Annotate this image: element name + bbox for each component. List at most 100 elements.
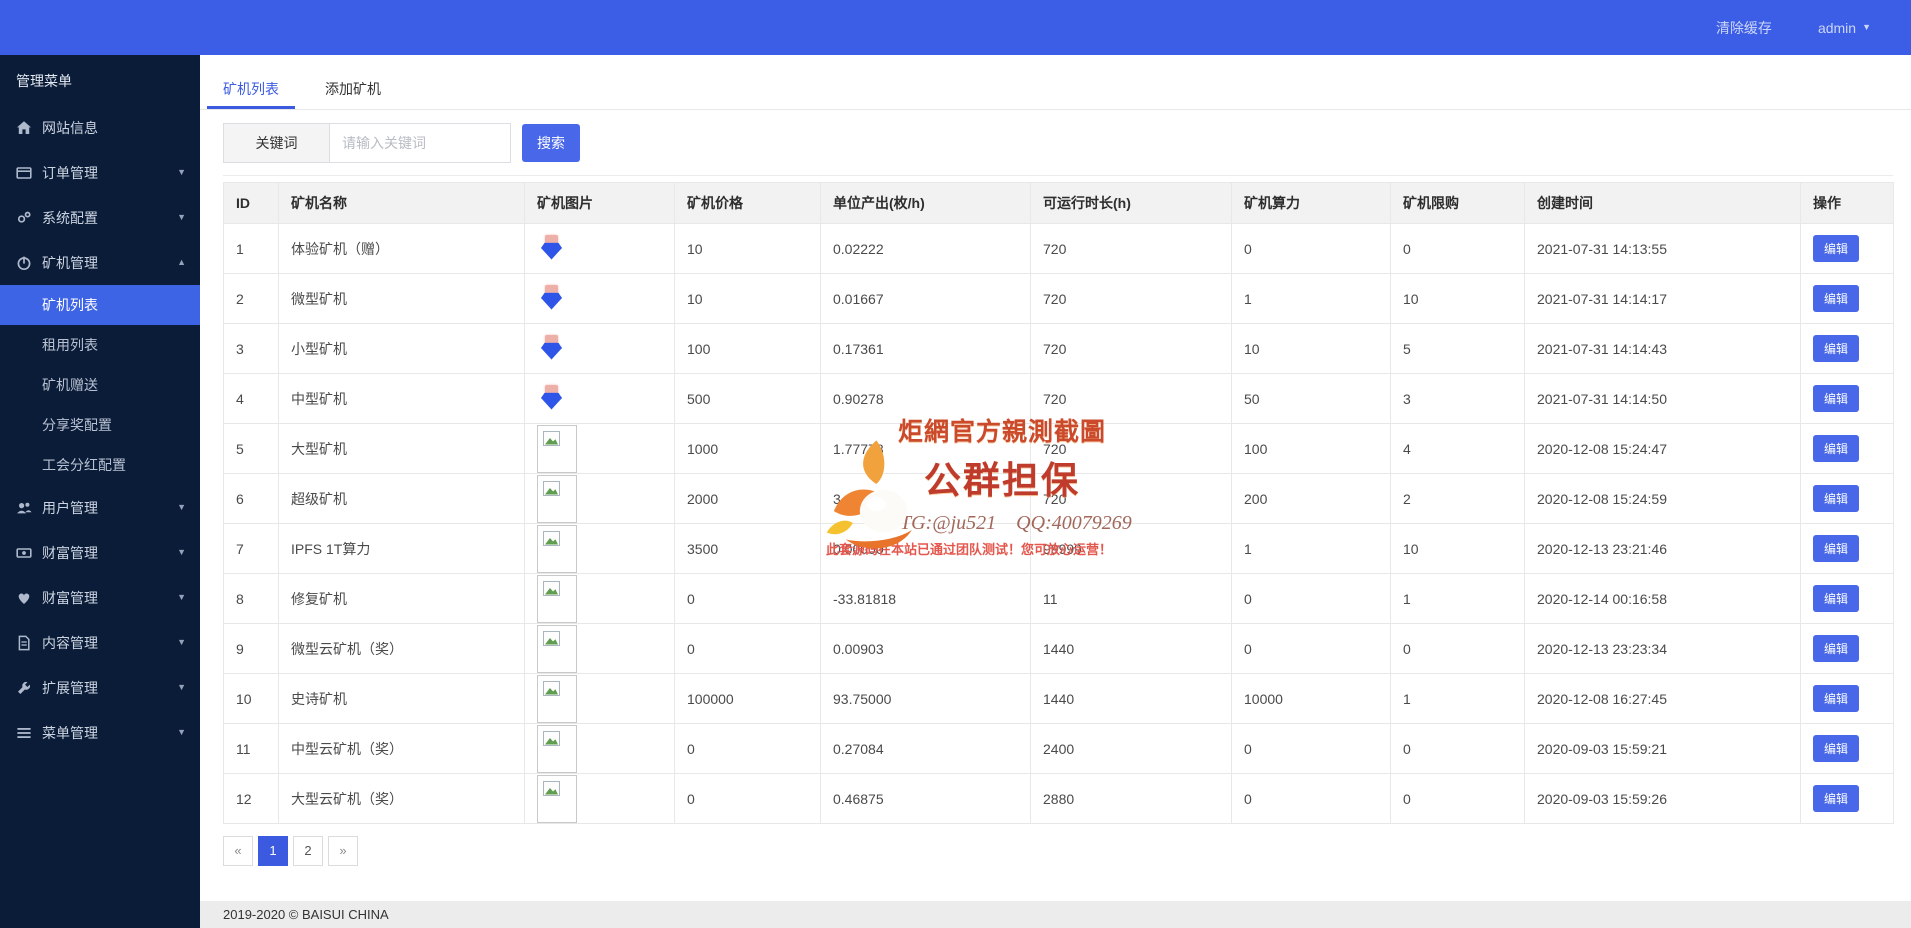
wrench-icon — [16, 680, 32, 696]
cell-actions: 编辑 — [1800, 423, 1894, 474]
tab-miner-list[interactable]: 矿机列表 — [207, 75, 295, 109]
cell-limit: 0 — [1390, 623, 1525, 674]
cell-power: 1 — [1231, 523, 1391, 574]
cell-price: 0 — [674, 623, 821, 674]
col-actions: 操作 — [1800, 182, 1894, 224]
pagination-prev[interactable]: « — [223, 836, 253, 866]
sidebar-item-menu-management[interactable]: 菜单管理 ▼ — [0, 710, 200, 755]
cell-image — [524, 623, 675, 674]
cell-limit: 2 — [1390, 473, 1525, 524]
table-row: 6 超级矿机 2000 3.69444 720 200 2 2020-12-08… — [223, 473, 1894, 524]
cell-price: 0 — [674, 573, 821, 624]
cell-actions: 编辑 — [1800, 523, 1894, 574]
chevron-down-icon: ▼ — [177, 637, 186, 647]
edit-button[interactable]: 编辑 — [1813, 585, 1860, 612]
sidebar-item-wealth-management-1[interactable]: 财富管理 ▼ — [0, 530, 200, 575]
table-row: 8 修复矿机 0 -33.81818 11 0 1 2020-12-14 00:… — [223, 573, 1894, 624]
cell-power: 100 — [1231, 423, 1391, 474]
table-row: 3 小型矿机 100 0.17361 720 10 5 2021-07-31 1… — [223, 323, 1894, 374]
edit-button[interactable]: 编辑 — [1813, 235, 1860, 262]
main-content: 矿机列表 添加矿机 关键词 搜索 ID 矿机名称 矿机图片 矿机价格 单位产出(… — [200, 55, 1911, 928]
gears-icon — [16, 210, 32, 226]
money-icon — [16, 545, 32, 561]
sidebar-item-miner-management[interactable]: 矿机管理 ▲ — [0, 240, 200, 285]
table-row: 1 体验矿机（赠） 10 0.02222 720 0 0 2021-07-31 … — [223, 223, 1894, 274]
user-menu[interactable]: admin ▼ — [1818, 20, 1871, 36]
cell-id: 9 — [223, 623, 279, 674]
cell-name: 小型矿机 — [278, 323, 525, 374]
cell-price: 100 — [674, 323, 821, 374]
edit-button[interactable]: 编辑 — [1813, 635, 1860, 662]
sidebar-subitem-rental-list[interactable]: 租用列表 — [0, 325, 200, 365]
miner-image — [537, 624, 577, 673]
cell-image — [524, 673, 675, 724]
cell-duration: 99999 — [1030, 523, 1232, 574]
pagination: « 1 2 » — [223, 836, 1911, 866]
cell-actions: 编辑 — [1800, 673, 1894, 724]
keyword-label: 关键词 — [223, 123, 329, 163]
cell-actions: 编辑 — [1800, 623, 1894, 674]
heartbeat-icon — [16, 590, 32, 606]
sidebar-item-orders[interactable]: 订单管理 ▼ — [0, 150, 200, 195]
edit-button[interactable]: 编辑 — [1813, 685, 1860, 712]
edit-button[interactable]: 编辑 — [1813, 385, 1860, 412]
cell-price: 100000 — [674, 673, 821, 724]
cell-name: IPFS 1T算力 — [278, 523, 525, 574]
table-row: 9 微型云矿机（奖） 0 0.00903 1440 0 0 2020-12-13… — [223, 623, 1894, 674]
cell-id: 4 — [223, 373, 279, 424]
chevron-down-icon: ▼ — [177, 682, 186, 692]
edit-button[interactable]: 编辑 — [1813, 285, 1860, 312]
pagination-next[interactable]: » — [328, 836, 358, 866]
sidebar-item-wealth-management-2[interactable]: 财富管理 ▼ — [0, 575, 200, 620]
cell-actions: 编辑 — [1800, 323, 1894, 374]
table-row: 12 大型云矿机（奖） 0 0.46875 2880 0 0 2020-09-0… — [223, 773, 1894, 824]
cell-price: 10 — [674, 223, 821, 274]
pagination-page-2[interactable]: 2 — [293, 836, 323, 866]
cell-duration: 720 — [1030, 373, 1232, 424]
cell-created: 2021-07-31 14:13:55 — [1524, 223, 1801, 274]
cell-limit: 5 — [1390, 323, 1525, 374]
edit-button[interactable]: 编辑 — [1813, 485, 1860, 512]
edit-button[interactable]: 编辑 — [1813, 435, 1860, 462]
clear-cache-link[interactable]: 清除缓存 — [1716, 18, 1772, 38]
cell-created: 2021-07-31 14:14:43 — [1524, 323, 1801, 374]
sidebar-item-content-management[interactable]: 内容管理 ▼ — [0, 620, 200, 665]
sidebar-item-site-info[interactable]: 网站信息 — [0, 105, 200, 150]
cell-price: 3500 — [674, 523, 821, 574]
tab-add-miner[interactable]: 添加矿机 — [309, 75, 397, 109]
chevron-down-icon: ▼ — [177, 727, 186, 737]
cell-price: 500 — [674, 373, 821, 424]
search-button[interactable]: 搜索 — [522, 124, 580, 162]
sidebar-item-extension-management[interactable]: 扩展管理 ▼ — [0, 665, 200, 710]
cell-power: 50 — [1231, 373, 1391, 424]
cell-id: 5 — [223, 423, 279, 474]
miner-image — [537, 334, 567, 364]
edit-button[interactable]: 编辑 — [1813, 735, 1860, 762]
cell-id: 12 — [223, 773, 279, 824]
sidebar-subitem-union-dividend-config[interactable]: 工会分红配置 — [0, 445, 200, 485]
sidebar-subitem-miner-list[interactable]: 矿机列表 — [0, 285, 200, 325]
sidebar-subitem-share-reward-config[interactable]: 分享奖配置 — [0, 405, 200, 445]
keyword-input[interactable] — [329, 123, 511, 163]
cell-id: 11 — [223, 723, 279, 774]
sidebar-item-user-management[interactable]: 用户管理 ▼ — [0, 485, 200, 530]
cell-limit: 1 — [1390, 573, 1525, 624]
cell-power: 0 — [1231, 223, 1391, 274]
cell-limit: 1 — [1390, 673, 1525, 724]
edit-button[interactable]: 编辑 — [1813, 335, 1860, 362]
cell-actions: 编辑 — [1800, 723, 1894, 774]
pagination-page-1[interactable]: 1 — [258, 836, 288, 866]
cell-limit: 10 — [1390, 523, 1525, 574]
cell-limit: 0 — [1390, 723, 1525, 774]
power-icon — [16, 255, 32, 271]
sidebar-item-system-config[interactable]: 系统配置 ▼ — [0, 195, 200, 240]
miner-image — [537, 284, 567, 314]
cell-price: 2000 — [674, 473, 821, 524]
user-name: admin — [1817, 19, 1857, 36]
edit-button[interactable]: 编辑 — [1813, 785, 1860, 812]
sidebar-subitem-miner-gift[interactable]: 矿机赠送 — [0, 365, 200, 405]
cell-created: 2020-12-08 15:24:59 — [1524, 473, 1801, 524]
cell-image — [524, 223, 675, 274]
cell-name: 修复矿机 — [278, 573, 525, 624]
edit-button[interactable]: 编辑 — [1813, 535, 1860, 562]
